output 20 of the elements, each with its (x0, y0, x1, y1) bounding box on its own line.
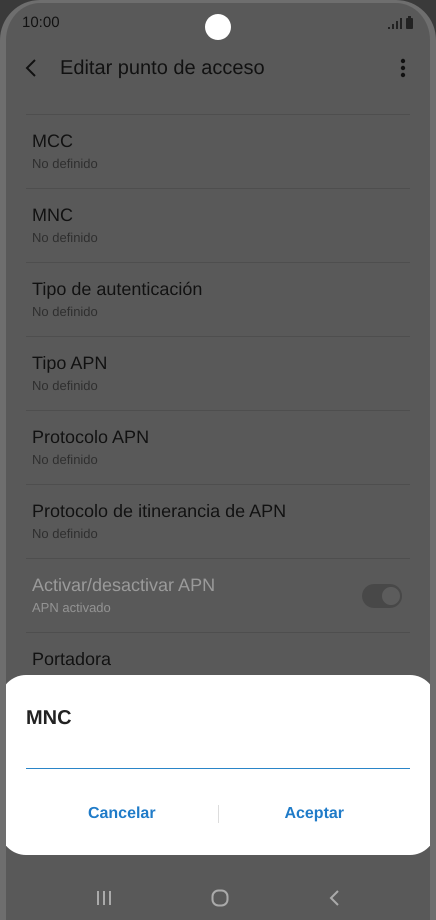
camera-cutout (205, 14, 231, 40)
signal-battery-icon (388, 16, 414, 30)
setting-title[interactable]: MNC (32, 204, 404, 226)
setting-title[interactable]: Portadora (32, 648, 404, 670)
recent-apps-icon[interactable] (96, 890, 112, 906)
back-icon[interactable] (328, 888, 340, 906)
setting-title[interactable]: Protocolo de itinerancia de APN (32, 500, 404, 522)
dialog-button[interactable]: Aceptar (280, 802, 348, 826)
header-title: Editar punto de acceso (60, 56, 265, 81)
setting-title[interactable]: Protocolo APN (32, 426, 404, 448)
setting-value: APN activado (32, 598, 112, 616)
dialog-button[interactable]: Cancelar (84, 802, 160, 826)
more-options-icon[interactable] (400, 58, 406, 78)
setting-title[interactable]: Tipo APN (32, 352, 404, 374)
status-time: 10:00 (22, 12, 60, 33)
setting-title[interactable]: MCC (32, 130, 404, 152)
dialog-title: MNC (26, 706, 73, 731)
back-icon[interactable] (24, 59, 38, 77)
home-icon[interactable] (210, 888, 229, 906)
setting-title[interactable]: Tipo de autenticación (32, 278, 404, 300)
